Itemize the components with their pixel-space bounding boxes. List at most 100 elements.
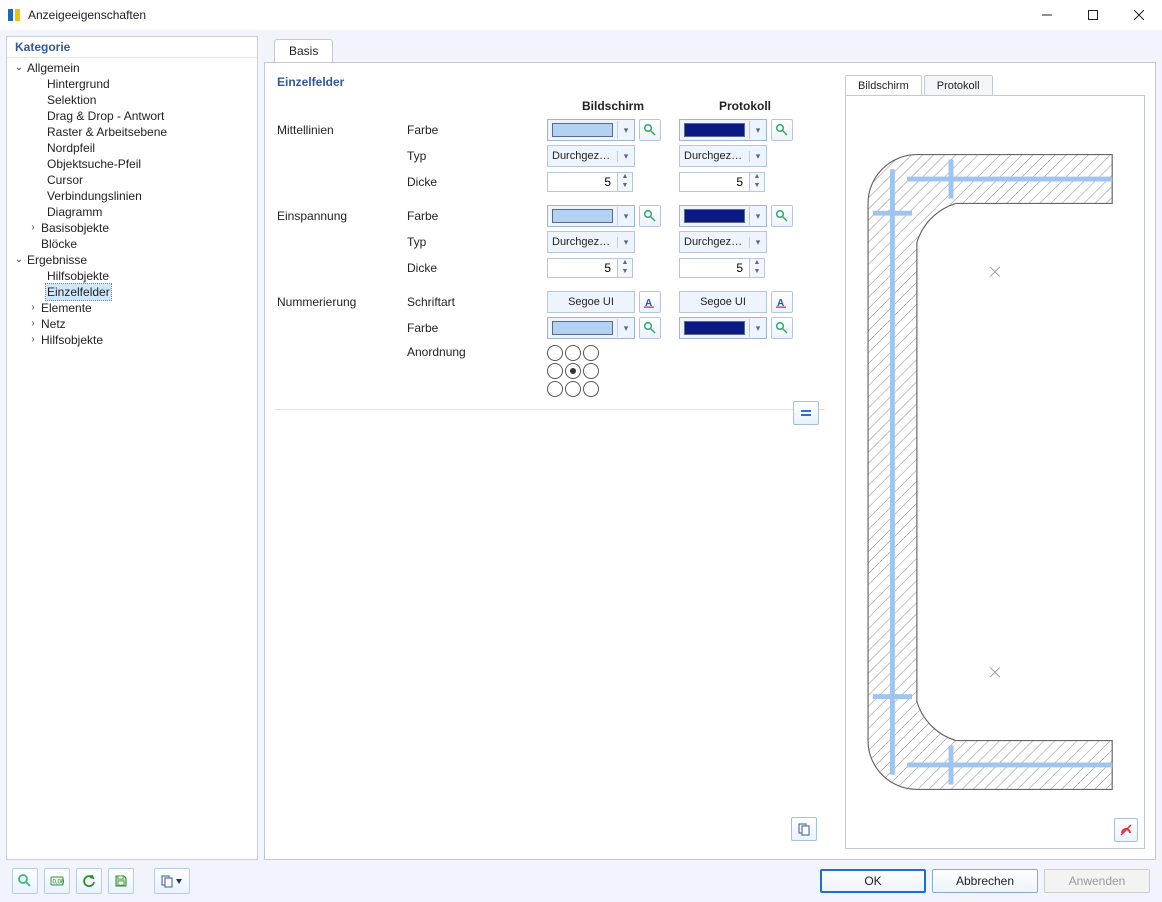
tree-item-diagramm[interactable]: Diagramm	[7, 204, 257, 220]
stepper-icon[interactable]: ▲▼	[749, 258, 765, 278]
label-farbe: Farbe	[407, 123, 547, 137]
tree-item-objektsuche[interactable]: Objektsuche-Pfeil	[7, 156, 257, 172]
property-grid: Bildschirm Protokoll Mittellinien Farbe …	[275, 95, 825, 410]
arrangement-option-0[interactable]	[547, 345, 563, 361]
mittellinien-print-color[interactable]: ▾	[679, 119, 767, 141]
tree-item-netz[interactable]: › Netz	[7, 316, 257, 332]
chevron-down-icon: ▾	[617, 121, 634, 139]
einspannung-screen-type[interactable]: Durchgezo... ▾	[547, 231, 635, 253]
form-area: Einzelfelder Bildschirm Protokoll Mittel…	[275, 73, 825, 849]
tree-item-elemente[interactable]: › Elemente	[7, 300, 257, 316]
chevron-down-icon: ▾	[749, 207, 766, 225]
einspannung-print-thickness[interactable]: ▲▼	[679, 258, 765, 278]
window-minimize-button[interactable]	[1024, 0, 1070, 30]
arrangement-option-3[interactable]	[547, 363, 563, 379]
tree-item-ergebnisse[interactable]: ⌄ Ergebnisse	[7, 252, 257, 268]
nummerierung-screen-color[interactable]: ▾	[547, 317, 635, 339]
save-button[interactable]	[108, 868, 134, 894]
category-tree: ⌄ Allgemein Hintergrund Selektion Drag &…	[7, 58, 257, 352]
einspannung-print-color[interactable]: ▾	[679, 205, 767, 227]
font-picker-icon[interactable]: A	[639, 291, 661, 313]
column-header-bildschirm: Bildschirm	[547, 99, 679, 113]
tree-item-bloecke[interactable]: Blöcke	[7, 236, 257, 252]
more-actions-button[interactable]	[154, 868, 190, 894]
mittellinien-print-type[interactable]: Durchgezo... ▾	[679, 145, 767, 167]
stepper-icon[interactable]: ▲▼	[617, 172, 633, 192]
arrangement-option-8[interactable]	[583, 381, 599, 397]
tree-item-allgemein[interactable]: ⌄ Allgemein	[7, 60, 257, 76]
main-tabstrip: Basis	[264, 36, 1156, 62]
help-button[interactable]	[12, 868, 38, 894]
preview-canvas	[845, 95, 1145, 849]
chevron-down-icon: ▾	[749, 151, 766, 162]
tree-item-hilfsobjekte-erg[interactable]: Hilfsobjekte	[7, 268, 257, 284]
ok-button[interactable]: OK	[820, 869, 926, 893]
stepper-icon[interactable]: ▲▼	[617, 258, 633, 278]
window-maximize-button[interactable]	[1070, 0, 1116, 30]
nummerierung-print-color[interactable]: ▾	[679, 317, 767, 339]
arrangement-option-5[interactable]	[583, 363, 599, 379]
label-dicke: Dicke	[407, 175, 547, 189]
preview-reset-button[interactable]	[1114, 818, 1138, 842]
color-picker-icon[interactable]	[639, 317, 661, 339]
stepper-icon[interactable]: ▲▼	[749, 172, 765, 192]
arrangement-option-7[interactable]	[565, 381, 581, 397]
tree-item-raster[interactable]: Raster & Arbeitsebene	[7, 124, 257, 140]
apply-button[interactable]: Anwenden	[1044, 869, 1150, 893]
arrangement-option-1[interactable]	[565, 345, 581, 361]
arrangement-option-6[interactable]	[547, 381, 563, 397]
copy-settings-button[interactable]	[791, 817, 817, 841]
mittellinien-screen-type[interactable]: Durchgezo... ▾	[547, 145, 635, 167]
color-picker-icon[interactable]	[639, 119, 661, 141]
mittellinien-screen-color[interactable]: ▾	[547, 119, 635, 141]
chevron-down-icon: ⌄	[13, 60, 25, 76]
tree-item-hintergrund[interactable]: Hintergrund	[7, 76, 257, 92]
chevron-down-icon: ▾	[749, 237, 766, 248]
category-sidebar: Kategorie ⌄ Allgemein Hintergrund Selekt…	[6, 36, 258, 860]
einspannung-screen-thickness[interactable]: ▲▼	[547, 258, 633, 278]
mittellinien-print-thickness[interactable]: ▲▼	[679, 172, 765, 192]
main-tab-panel: Einzelfelder Bildschirm Protokoll Mittel…	[264, 62, 1156, 860]
preview-tab-bildschirm[interactable]: Bildschirm	[845, 75, 922, 97]
refresh-button[interactable]	[76, 868, 102, 894]
group-mittellinien: Mittellinien	[275, 123, 407, 137]
tree-item-einzelfelder[interactable]: Einzelfelder	[7, 284, 257, 300]
color-picker-icon[interactable]	[639, 205, 661, 227]
nummerierung-print-font[interactable]: Segoe UI	[679, 291, 767, 313]
tree-item-dragdrop[interactable]: Drag & Drop - Antwort	[7, 108, 257, 124]
arrangement-option-2[interactable]	[583, 345, 599, 361]
mittellinien-screen-thickness[interactable]: ▲▼	[547, 172, 633, 192]
tree-item-basisobjekte[interactable]: › Basisobjekte	[7, 220, 257, 236]
window-close-button[interactable]	[1116, 0, 1162, 30]
arrangement-option-4[interactable]	[565, 363, 581, 379]
chevron-down-icon: ▾	[617, 237, 634, 248]
group-einspannung: Einspannung	[275, 209, 407, 223]
tree-item-verbindung[interactable]: Verbindungslinien	[7, 188, 257, 204]
chevron-down-icon: ▾	[749, 319, 766, 337]
tree-item-nordpfeil[interactable]: Nordpfeil	[7, 140, 257, 156]
preview-tab-protokoll[interactable]: Protokoll	[924, 75, 993, 97]
chevron-right-icon: ›	[27, 332, 39, 348]
app-icon	[6, 7, 22, 23]
tree-item-hilfsobjekte[interactable]: › Hilfsobjekte	[7, 332, 257, 348]
preview-pane: Bildschirm Protokoll	[845, 73, 1145, 849]
einspannung-print-type[interactable]: Durchgezo... ▾	[679, 231, 767, 253]
nummerierung-screen-font[interactable]: Segoe UI	[547, 291, 635, 313]
tree-item-selektion[interactable]: Selektion	[7, 92, 257, 108]
cancel-button[interactable]: Abbrechen	[932, 869, 1038, 893]
chevron-right-icon: ›	[27, 300, 39, 316]
einspannung-screen-color[interactable]: ▾	[547, 205, 635, 227]
color-picker-icon[interactable]	[771, 317, 793, 339]
color-picker-icon[interactable]	[771, 205, 793, 227]
tab-basis[interactable]: Basis	[274, 39, 333, 63]
color-picker-icon[interactable]	[771, 119, 793, 141]
tree-item-cursor[interactable]: Cursor	[7, 172, 257, 188]
units-button[interactable]: 0,00	[44, 868, 70, 894]
category-header: Kategorie	[7, 37, 257, 58]
font-picker-icon[interactable]: A	[771, 291, 793, 313]
dialog-button-row: 0,00 OK Abbrechen Anwenden	[6, 866, 1156, 896]
chevron-down-icon: ▾	[617, 151, 634, 162]
sync-columns-button[interactable]	[793, 401, 819, 425]
column-header-protokoll: Protokoll	[679, 99, 811, 113]
chevron-down-icon: ⌄	[13, 252, 25, 268]
